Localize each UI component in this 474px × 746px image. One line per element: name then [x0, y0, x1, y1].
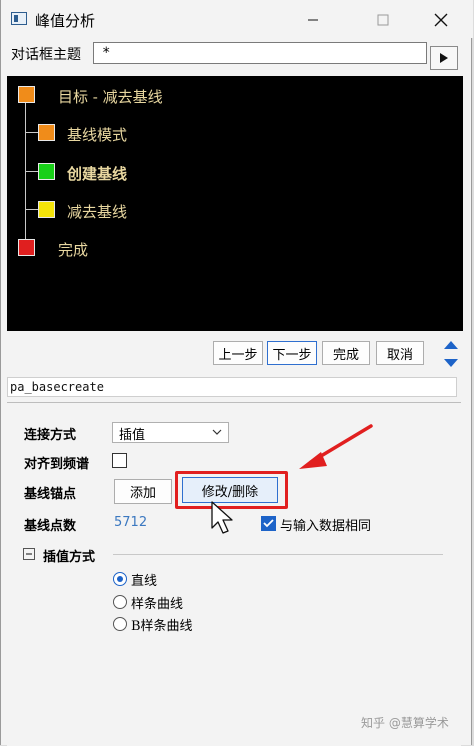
next-step-button[interactable]: 下一步	[267, 341, 317, 365]
page-name-field: pa_basecreate	[7, 377, 457, 397]
interp-linear-radio[interactable]	[113, 572, 127, 586]
tree-connector	[25, 103, 26, 247]
interp-spline-radio[interactable]	[113, 595, 127, 609]
play-triangle-icon	[440, 53, 448, 63]
window-title: 峰值分析	[35, 12, 96, 30]
scroll-up-button[interactable]	[441, 338, 461, 352]
interp-section-title: 插值方式	[43, 550, 96, 565]
minimize-button[interactable]	[291, 6, 335, 34]
interp-spline-label[interactable]: 样条曲线	[131, 593, 183, 612]
collapse-section-button[interactable]	[23, 548, 35, 560]
align-to-spectrum-checkbox[interactable]	[112, 453, 127, 468]
same-as-input-label: 与输入数据相同	[280, 519, 372, 534]
chevron-down-icon	[212, 429, 222, 435]
checkmark-icon	[263, 519, 274, 528]
tree-label-baseline-mode[interactable]: 基线模式	[67, 124, 127, 145]
annotation-arrow-icon	[299, 424, 373, 469]
add-anchor-button[interactable]: 添加	[114, 479, 172, 504]
connect-method-value: 插值	[119, 428, 146, 443]
peak-analysis-dialog: 峰值分析 对话框主题 * 目标 - 减去基线 基线模式 创建基线 减去基线 完成…	[0, 0, 473, 746]
section-divider	[113, 554, 443, 555]
tree-label-finish[interactable]: 完成	[58, 239, 88, 260]
tree-node-baseline-mode[interactable]	[38, 124, 55, 141]
interp-bspline-radio[interactable]	[113, 617, 127, 631]
dialog-theme-label: 对话框主题	[11, 47, 81, 63]
baseline-point-count-value: 5712	[114, 515, 148, 530]
tree-node-create-baseline[interactable]	[38, 163, 55, 180]
tree-connector	[26, 132, 38, 133]
connect-method-select[interactable]: 插值	[112, 422, 229, 443]
tree-node-finish[interactable]	[18, 239, 35, 256]
finish-button[interactable]: 完成	[322, 341, 370, 365]
cancel-button[interactable]: 取消	[376, 341, 424, 365]
baseline-point-count-label: 基线点数	[24, 519, 77, 534]
scroll-down-button[interactable]	[441, 356, 461, 370]
close-icon	[434, 13, 448, 27]
tree-label-goal[interactable]: 目标 - 减去基线	[58, 86, 163, 107]
triangle-up-icon	[444, 341, 458, 349]
interp-linear-label[interactable]: 直线	[131, 570, 157, 589]
maximize-button[interactable]	[361, 6, 405, 34]
mouse-cursor-icon	[211, 501, 233, 534]
minimize-icon	[308, 19, 318, 21]
tree-connector	[26, 171, 38, 172]
triangle-down-icon	[444, 359, 458, 367]
app-window-icon	[11, 12, 27, 25]
prev-step-button[interactable]: 上一步	[213, 341, 263, 365]
dialog-theme-input[interactable]: *	[93, 42, 427, 64]
tree-label-create-baseline[interactable]: 创建基线	[67, 163, 127, 184]
tree-node-subtract-baseline[interactable]	[38, 201, 55, 218]
watermark-text: 知乎 @慧算学术	[361, 716, 449, 730]
tree-connector	[26, 209, 38, 210]
interp-bspline-label[interactable]: B样条曲线	[131, 615, 193, 634]
connect-method-label: 连接方式	[24, 428, 77, 443]
baseline-anchor-label: 基线锚点	[24, 487, 77, 502]
same-as-input-checkbox[interactable]	[261, 516, 276, 531]
maximize-icon	[377, 14, 389, 26]
theme-menu-button[interactable]	[430, 46, 458, 70]
close-button[interactable]	[419, 6, 463, 34]
align-to-spectrum-label: 对齐到频谱	[24, 457, 90, 472]
minus-icon	[26, 553, 32, 555]
tree-node-goal[interactable]	[18, 86, 35, 103]
tree-label-subtract-baseline[interactable]: 减去基线	[67, 201, 127, 222]
